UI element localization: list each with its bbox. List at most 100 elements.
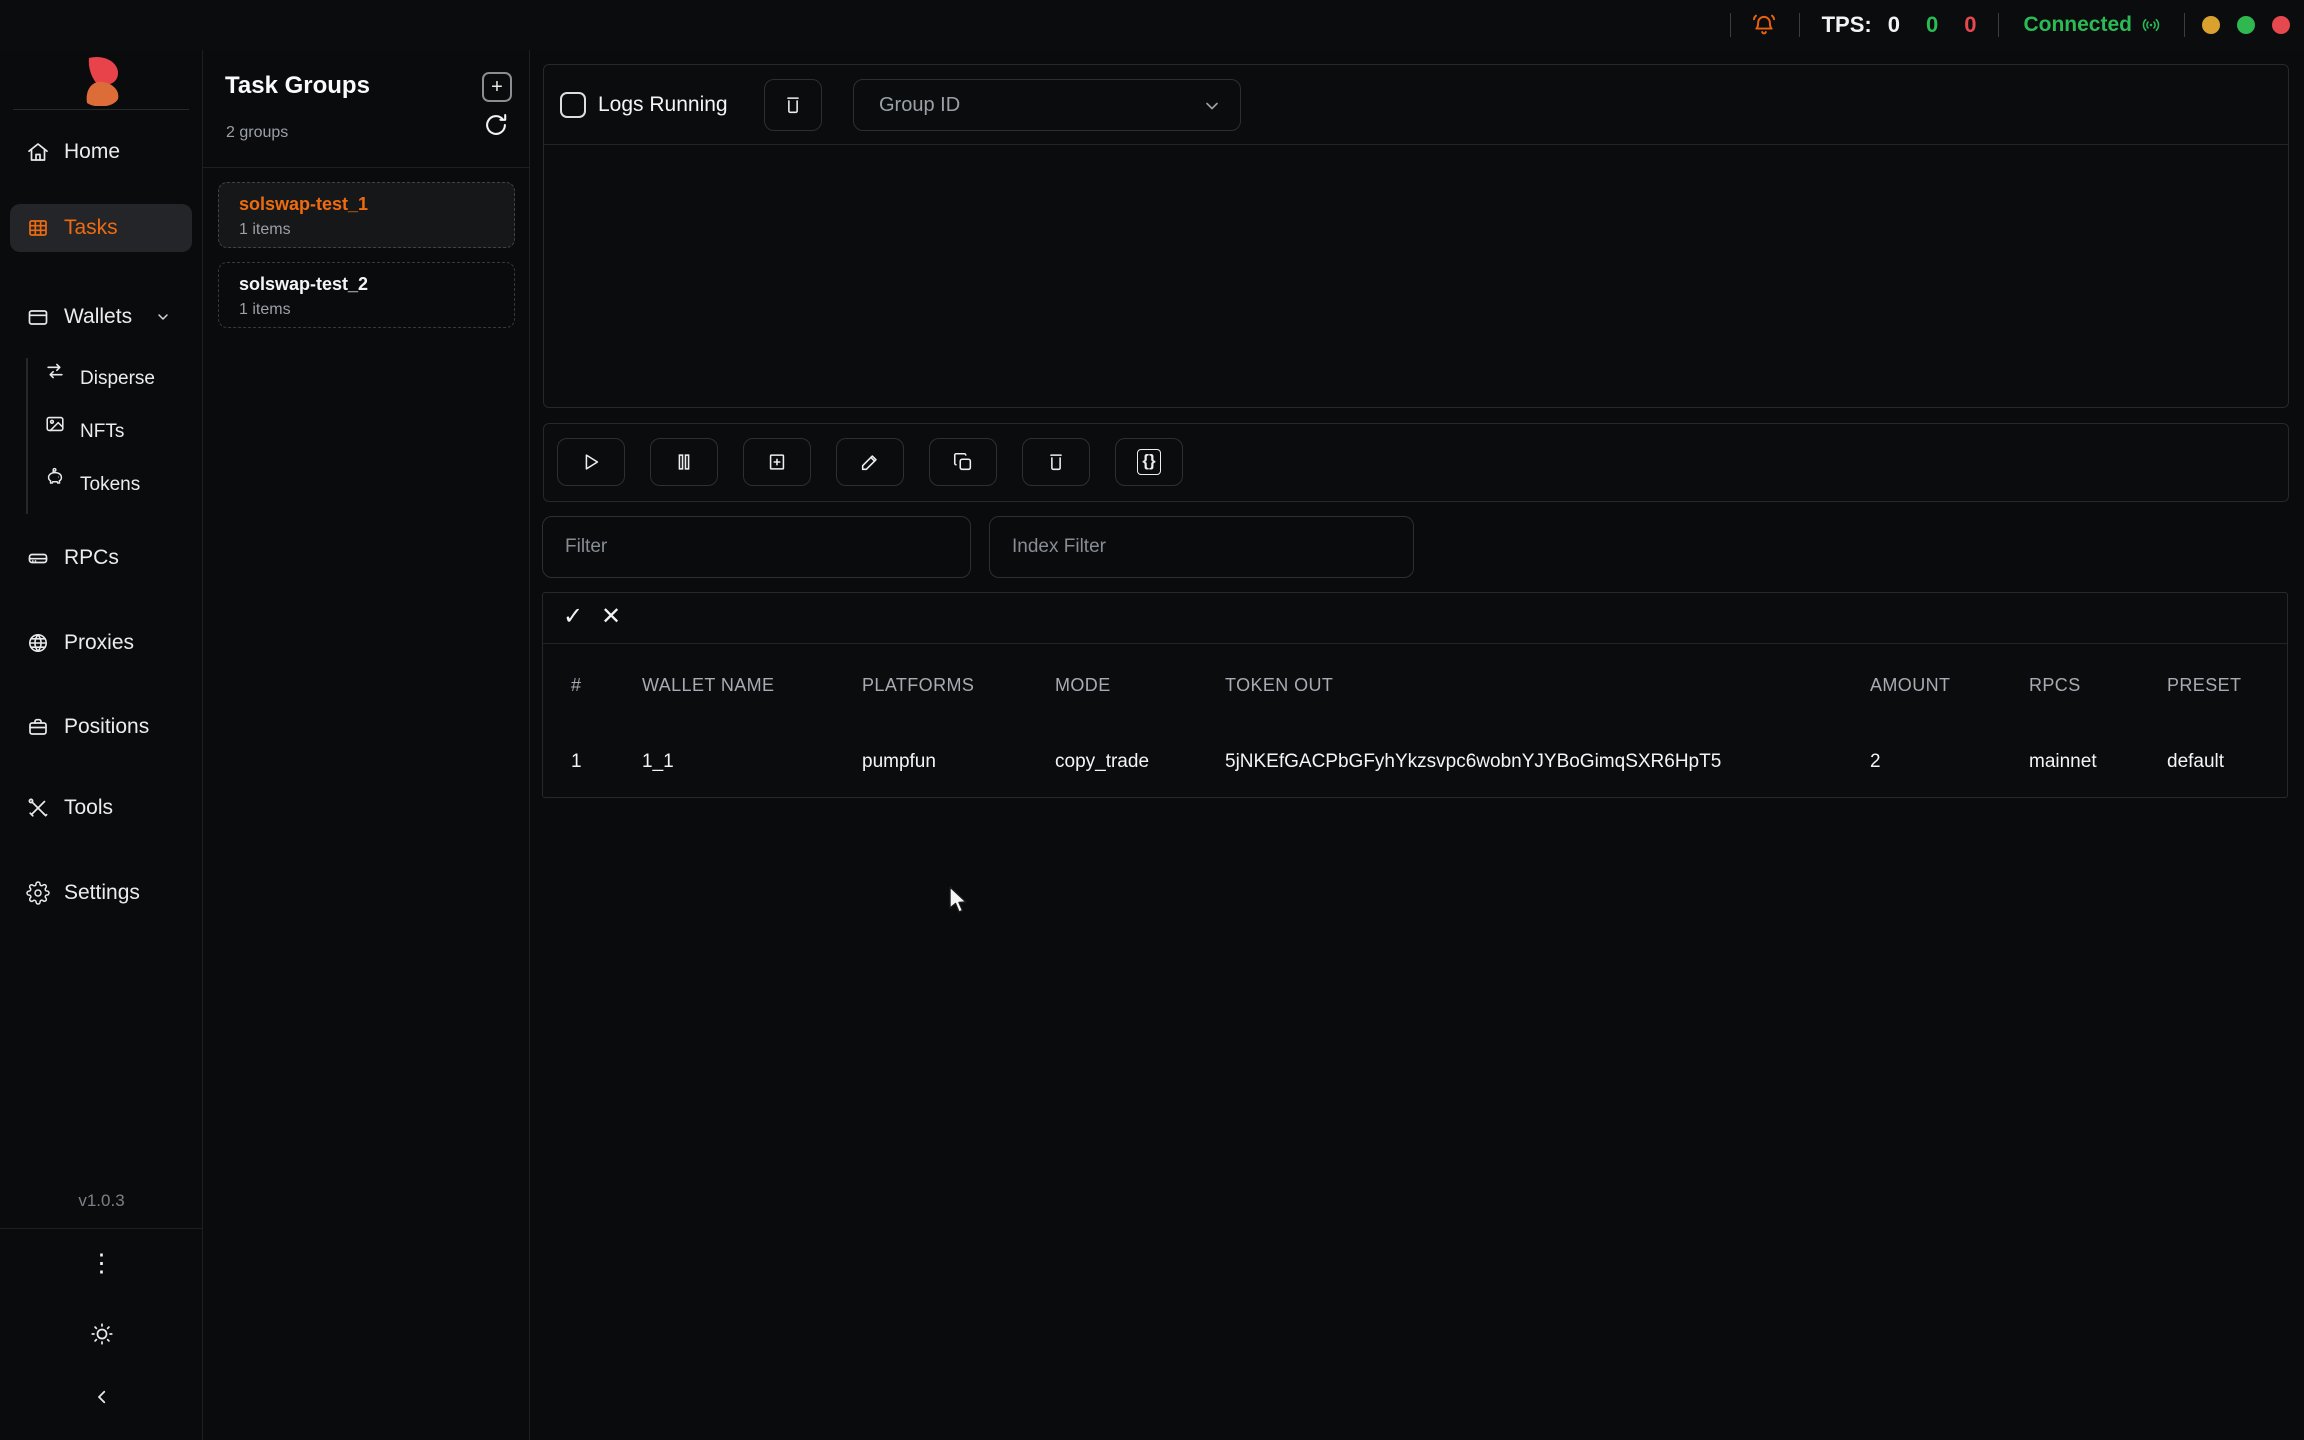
logs-running-label: Logs Running	[598, 93, 728, 117]
trash-icon	[1045, 451, 1067, 473]
task-group-card[interactable]: solswap-test_1 1 items	[218, 182, 515, 248]
app-window: TPS: 0 0 0 Connected	[0, 0, 2304, 1440]
briefcase-icon	[26, 715, 50, 739]
cell-wallet-name: 1_1	[642, 751, 674, 773]
panel-divider	[544, 144, 2288, 145]
topbar-divider	[1998, 13, 1999, 37]
task-toolbar: {}	[543, 423, 2289, 502]
wallet-icon	[26, 305, 50, 329]
tasks-table: ✓ ✕ # WALLET NAME PLATFORMS MODE TOKEN O…	[542, 592, 2288, 798]
edit-json-button[interactable]: {}	[1115, 438, 1183, 486]
sidebar-item-positions[interactable]: Positions	[0, 705, 203, 749]
transfer-arrows-icon	[44, 360, 66, 382]
group-id-select[interactable]: Group ID	[853, 79, 1241, 131]
column-header: TOKEN OUT	[1225, 675, 1333, 696]
hard-drive-icon	[26, 546, 50, 570]
add-group-button[interactable]: +	[482, 72, 512, 102]
gear-icon	[26, 881, 50, 905]
logs-panel: Logs Running Group ID	[543, 64, 2289, 408]
chevron-down-icon	[1202, 96, 1222, 116]
sidebar-item-wallets[interactable]: Wallets	[0, 295, 203, 339]
kebab-menu-icon[interactable]: ⋮	[0, 1248, 203, 1278]
select-all-check-icon[interactable]: ✓	[563, 602, 583, 631]
connection-status: Connected	[2023, 13, 2132, 37]
sidebar-item-disperse[interactable]: Disperse	[0, 360, 203, 400]
sidebar-item-label: Tokens	[80, 474, 140, 496]
sidebar-item-label: Tasks	[64, 216, 118, 240]
group-items-count: 1 items	[239, 221, 291, 239]
tasks-grid-icon	[26, 216, 50, 240]
sidebar-divider	[0, 1228, 202, 1229]
cell-platforms: pumpfun	[862, 751, 936, 773]
top-bar: TPS: 0 0 0 Connected	[0, 0, 2304, 50]
tps-value-fail: 0	[1964, 12, 1976, 38]
index-filter-input[interactable]	[989, 516, 1414, 578]
sidebar-item-label: RPCs	[64, 546, 119, 570]
cell-rpcs: mainnet	[2029, 751, 2097, 773]
play-icon	[580, 451, 602, 473]
column-header: PLATFORMS	[862, 675, 974, 696]
pause-task-button[interactable]	[650, 438, 718, 486]
column-header: MODE	[1055, 675, 1111, 696]
panel-divider	[203, 167, 529, 168]
sidebar-item-label: Settings	[64, 881, 140, 905]
tools-icon	[26, 796, 50, 820]
sidebar-item-label: Positions	[64, 715, 149, 739]
task-groups-panel: Task Groups + 2 groups solswap-test_1 1 …	[203, 50, 530, 1440]
globe-icon	[26, 631, 50, 655]
mouse-cursor	[948, 886, 974, 916]
group-items-count: 1 items	[239, 301, 291, 319]
window-control-minimize[interactable]	[2202, 16, 2220, 34]
group-id-select-value: Group ID	[879, 94, 960, 117]
sidebar-item-label: Wallets	[64, 305, 132, 329]
clear-logs-button[interactable]	[764, 79, 822, 131]
alarm-bell-icon[interactable]	[1751, 12, 1777, 38]
group-count: 2 groups	[226, 124, 288, 142]
add-task-button[interactable]	[743, 438, 811, 486]
sidebar-item-label: Disperse	[80, 368, 155, 390]
cell-index: 1	[571, 751, 582, 773]
main-content: Logs Running Group ID	[530, 50, 2304, 1440]
sidebar-divider	[13, 109, 189, 110]
duplicate-task-button[interactable]	[929, 438, 997, 486]
sidebar-item-label: Home	[64, 140, 120, 164]
image-icon	[44, 413, 66, 435]
piggy-bank-icon	[44, 466, 66, 488]
sidebar-item-nfts[interactable]: NFTs	[0, 413, 203, 453]
theme-sun-icon[interactable]	[89, 1321, 115, 1347]
sidebar-item-tasks[interactable]: Tasks	[10, 204, 192, 252]
topbar-divider	[1730, 13, 1731, 37]
tps-value-total: 0	[1888, 12, 1900, 38]
add-square-icon	[766, 451, 788, 473]
topbar-divider	[1799, 13, 1800, 37]
sidebar-item-settings[interactable]: Settings	[0, 871, 203, 915]
copy-icon	[952, 451, 974, 473]
signal-icon	[2140, 14, 2162, 36]
column-header: AMOUNT	[1870, 675, 1950, 696]
filter-input[interactable]	[542, 516, 971, 578]
edit-task-button[interactable]	[836, 438, 904, 486]
window-control-maximize[interactable]	[2237, 16, 2255, 34]
delete-task-button[interactable]	[1022, 438, 1090, 486]
sidebar-item-proxies[interactable]: Proxies	[0, 621, 203, 665]
sidebar-item-home[interactable]: Home	[0, 130, 203, 174]
refresh-groups-button[interactable]	[481, 110, 511, 140]
pause-icon	[673, 451, 695, 473]
logs-running-checkbox[interactable]	[560, 92, 586, 118]
tps-value-success: 0	[1926, 12, 1938, 38]
column-header: #	[571, 675, 581, 696]
sidebar-item-tokens[interactable]: Tokens	[0, 466, 203, 506]
sidebar-item-label: Tools	[64, 796, 113, 820]
task-group-card[interactable]: solswap-test_2 1 items	[218, 262, 515, 328]
cell-preset: default	[2167, 751, 2224, 773]
braces-icon: {}	[1137, 449, 1160, 474]
sidebar-item-tools[interactable]: Tools	[0, 786, 203, 830]
sidebar: Home Tasks Wallets	[0, 50, 203, 1440]
column-header: PRESET	[2167, 675, 2241, 696]
cell-mode: copy_trade	[1055, 751, 1149, 773]
window-control-close[interactable]	[2272, 16, 2290, 34]
sidebar-item-rpcs[interactable]: RPCs	[0, 536, 203, 580]
deselect-all-icon[interactable]: ✕	[601, 602, 621, 631]
sidebar-collapse-chevron-icon[interactable]	[93, 1388, 111, 1406]
start-task-button[interactable]	[557, 438, 625, 486]
